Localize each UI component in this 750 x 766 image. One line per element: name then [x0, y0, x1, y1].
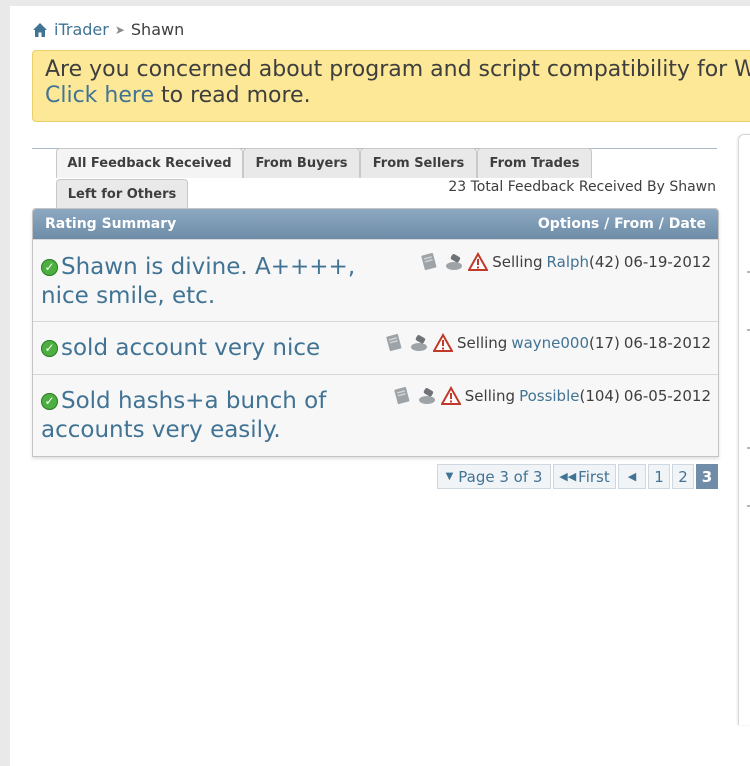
feedback-date: 06-18-2012: [623, 334, 711, 352]
gavel-icon[interactable]: [409, 333, 429, 353]
breadcrumb-current: Shawn: [130, 20, 185, 39]
breadcrumb-arrow-icon: ➤: [114, 22, 125, 37]
table-row: ✓ sold account very nice Selling wayne00…: [33, 321, 718, 374]
tab-all-feedback[interactable]: All Feedback Received: [56, 148, 243, 178]
sidebar-panel: [738, 134, 750, 725]
double-chevron-left-icon: ◀◀: [559, 470, 577, 483]
pagination: ▼ Page 3 of 3 ◀◀ First ◀ 1 2 3: [437, 464, 718, 489]
feedback-comment: ✓ sold account very nice: [41, 334, 361, 363]
comment-text: sold account very nice: [61, 335, 321, 361]
page-2-button[interactable]: 2: [672, 464, 694, 489]
chevron-down-icon: ▼: [445, 471, 454, 482]
notice-text: Are you concerned about program and scri…: [45, 57, 750, 82]
tab-from-trades[interactable]: From Trades: [477, 148, 592, 178]
prev-page-button[interactable]: ◀: [618, 464, 646, 489]
feedback-date: 06-05-2012: [623, 387, 711, 405]
feedback-meta: Selling Ralph(42) 06-19-2012: [420, 252, 711, 272]
report-icon[interactable]: [468, 252, 489, 272]
comment-text: Sold hashs+a bunch of accounts very easi…: [41, 388, 327, 443]
positive-rating-icon: ✓: [41, 340, 58, 357]
table-header: Rating Summary Options / From / Date: [33, 209, 718, 239]
notes-icon[interactable]: [420, 252, 440, 272]
notice-suffix: to read more.: [154, 83, 311, 108]
user-score: (104): [579, 387, 620, 405]
notes-icon[interactable]: [393, 386, 413, 406]
table-row: ✓ Sold hashs+a bunch of accounts very eas…: [33, 374, 718, 456]
positive-rating-icon: ✓: [41, 393, 58, 410]
tab-from-sellers[interactable]: From Sellers: [360, 148, 477, 178]
gavel-icon[interactable]: [417, 386, 437, 406]
tab-from-buyers[interactable]: From Buyers: [243, 148, 360, 178]
feedback-comment: ✓ Sold hashs+a bunch of accounts very eas…: [41, 387, 366, 445]
notes-icon[interactable]: [385, 333, 405, 353]
report-icon[interactable]: [440, 386, 461, 406]
user-link[interactable]: wayne000: [511, 334, 589, 352]
user-score: (42): [589, 253, 620, 271]
first-label: First: [578, 467, 610, 486]
user-link[interactable]: Possible: [519, 387, 579, 405]
user-score: (17): [589, 334, 620, 352]
header-options: Options / From / Date: [537, 216, 706, 232]
breadcrumb-link-itrader[interactable]: iTrader: [54, 20, 109, 39]
page-label: Page 3 of 3: [458, 467, 543, 486]
gavel-icon[interactable]: [444, 252, 464, 272]
page-3-current: 3: [696, 464, 718, 489]
feedback-date: 06-19-2012: [623, 253, 711, 271]
compatibility-notice: Are you concerned about program and scri…: [32, 50, 750, 122]
user-link[interactable]: Ralph: [547, 253, 589, 271]
trade-type: Selling: [457, 334, 508, 352]
header-rating-summary: Rating Summary: [45, 216, 177, 232]
page-1-button[interactable]: 1: [648, 464, 670, 489]
notice-link[interactable]: Click here: [45, 83, 154, 108]
breadcrumb: iTrader ➤ Shawn: [32, 20, 184, 39]
trade-type: Selling: [492, 253, 543, 271]
feedback-table: Rating Summary Options / From / Date ✓ Sh…: [32, 208, 719, 457]
home-icon[interactable]: [32, 22, 48, 38]
feedback-meta: Selling wayne000(17) 06-18-2012: [385, 333, 711, 353]
first-page-button[interactable]: ◀◀ First: [553, 464, 616, 489]
page-container: iTrader ➤ Shawn Are you concerned about …: [10, 6, 750, 766]
tab-left-for-others[interactable]: Left for Others: [56, 179, 188, 209]
trade-type: Selling: [464, 387, 516, 405]
positive-rating-icon: ✓: [41, 259, 58, 276]
total-feedback-count: 23 Total Feedback Received By Shawn: [448, 179, 716, 195]
chevron-left-icon: ◀: [627, 470, 637, 483]
feedback-meta: Selling Possible(104) 06-05-2012: [393, 386, 711, 406]
page-jump-dropdown[interactable]: ▼ Page 3 of 3: [437, 464, 551, 489]
table-row: ✓ Shawn is divine. A++++, nice smile, etc…: [33, 239, 718, 321]
feedback-comment: ✓ Shawn is divine. A++++, nice smile, etc…: [41, 253, 386, 311]
comment-text: Shawn is divine. A++++, nice smile, etc.: [41, 254, 356, 309]
report-icon[interactable]: [433, 333, 454, 353]
